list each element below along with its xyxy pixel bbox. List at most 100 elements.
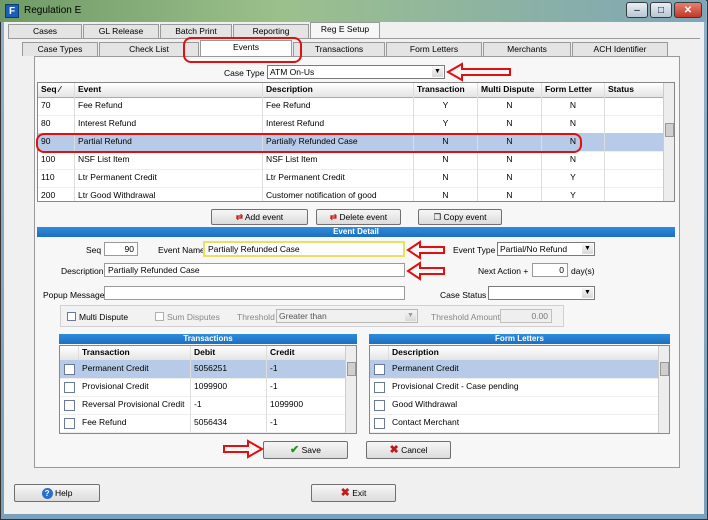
event-type-select[interactable]: Partial/No Refund ▼ xyxy=(497,242,595,256)
title-bar[interactable]: F Regulation E – □ ✕ xyxy=(0,0,706,22)
tab-reporting[interactable]: Reporting xyxy=(233,24,309,38)
seq-label: Seq xyxy=(86,245,102,255)
tab-case-types[interactable]: Case Types xyxy=(22,42,98,56)
form-letters-grid-header: Description xyxy=(370,346,661,361)
transactions-scrollbar[interactable] xyxy=(345,346,356,433)
tab-ach-identifier[interactable]: ACH Identifier xyxy=(572,42,668,56)
popup-message-input[interactable] xyxy=(104,286,405,300)
events-grid-scroll-thumb[interactable] xyxy=(665,123,674,137)
table-row[interactable]: 110 Ltr Permanent Credit Ltr Permanent Cre… xyxy=(38,169,666,188)
next-action-input[interactable]: 0 xyxy=(532,263,568,277)
row-checkbox[interactable] xyxy=(374,400,385,411)
close-button[interactable]: ✕ xyxy=(674,2,702,18)
list-item[interactable]: Provisional Credit - Case pending xyxy=(370,378,661,397)
case-status-label: Case Status xyxy=(440,290,487,300)
table-row[interactable]: Fee Refund 5056434 -1 xyxy=(60,414,348,433)
multi-dispute-checkbox[interactable] xyxy=(67,312,76,321)
chevron-down-icon: ▼ xyxy=(432,67,443,77)
row-checkbox[interactable] xyxy=(374,364,385,375)
column-header-transaction[interactable]: Transaction xyxy=(79,346,191,360)
table-row[interactable]: Permanent Credit 5056251 -1 xyxy=(60,360,348,379)
row-checkbox[interactable] xyxy=(64,364,75,375)
table-row[interactable]: Provisional Credit 1099900 -1 xyxy=(60,378,348,397)
minimize-button[interactable]: – xyxy=(626,2,648,18)
tab-gl-release[interactable]: GL Release xyxy=(83,24,159,38)
table-row[interactable]: 100 NSF List Item NSF List Item N N N xyxy=(38,151,666,170)
table-row[interactable]: Reversal Provisional Credit -1 1099900 xyxy=(60,396,348,415)
column-header-multi-dispute[interactable]: Multi Dispute xyxy=(478,83,542,97)
list-item[interactable]: Good Withdrawal xyxy=(370,396,661,415)
add-event-button[interactable]: ⇄ Add event xyxy=(211,209,308,225)
tab-transactions[interactable]: Transactions xyxy=(293,42,385,56)
copy-event-button[interactable]: ❐ Copy event xyxy=(418,209,502,225)
chevron-down-icon: ▼ xyxy=(582,288,593,298)
table-cell: -1 xyxy=(267,414,348,432)
threshold-select[interactable]: Greater than ▼ xyxy=(276,309,418,323)
events-grid[interactable]: Seq ∕ Event Description Transaction Mult… xyxy=(37,82,675,202)
column-header-event[interactable]: Event xyxy=(75,83,263,97)
event-detail-header: Event Detail xyxy=(37,227,675,237)
days-label: day(s) xyxy=(571,266,595,276)
form-letters-scrollbar[interactable] xyxy=(658,346,669,433)
events-grid-scrollbar[interactable] xyxy=(663,83,674,201)
form-letters-header: Form Letters xyxy=(369,334,670,344)
tab-reg-e-setup[interactable]: Reg E Setup xyxy=(310,22,380,39)
sum-disputes-checkbox[interactable] xyxy=(155,312,164,321)
column-header-transaction[interactable]: Transaction xyxy=(414,83,478,97)
tab-events[interactable]: Events xyxy=(200,40,292,57)
table-row[interactable]: 90 Partial Refund Partially Refunded Case N… xyxy=(38,133,666,152)
threshold-amount-input[interactable]: 0.00 xyxy=(500,309,552,323)
form-letters-scroll-thumb[interactable] xyxy=(660,362,669,376)
tab-merchants[interactable]: Merchants xyxy=(483,42,571,56)
table-cell: N xyxy=(542,151,605,169)
form-letters-grid[interactable]: Description Permanent Credit Provisional … xyxy=(369,345,670,434)
sum-disputes-label: Sum Disputes xyxy=(167,312,220,322)
description-input[interactable]: Partially Refunded Case xyxy=(104,263,405,277)
x-icon: ✖ xyxy=(340,487,350,499)
column-header-credit[interactable]: Credit xyxy=(267,346,348,360)
case-type-select[interactable]: ATM On-Us ▼ xyxy=(267,65,445,79)
table-row[interactable]: 80 Interest Refund Interest Refund Y N N xyxy=(38,115,666,134)
popup-message-label: Popup Message xyxy=(43,290,105,300)
case-status-select[interactable]: ▼ xyxy=(488,286,595,300)
table-row[interactable]: 200 Ltr Good Withdrawal Customer notificat… xyxy=(38,187,666,201)
row-checkbox[interactable] xyxy=(64,418,75,429)
table-cell: -1 xyxy=(267,360,348,378)
tab-cases[interactable]: Cases xyxy=(8,24,82,38)
table-cell: N xyxy=(478,133,542,151)
row-checkbox[interactable] xyxy=(374,418,385,429)
delete-event-button[interactable]: ⇄ Delete event xyxy=(316,209,401,225)
tab-form-letters[interactable]: Form Letters xyxy=(386,42,482,56)
transactions-grid[interactable]: Transaction Debit Credit Permanent Credi… xyxy=(59,345,357,434)
table-cell: N xyxy=(542,133,605,151)
row-checkbox[interactable] xyxy=(374,382,385,393)
column-header-description[interactable]: Description xyxy=(389,346,661,360)
column-header-form-letter[interactable]: Form Letter xyxy=(542,83,605,97)
tab-batch-print[interactable]: Batch Print xyxy=(160,24,232,38)
transactions-scroll-thumb[interactable] xyxy=(347,362,356,376)
table-cell: Ltr Permanent Credit xyxy=(75,169,263,187)
column-header-status[interactable]: Status xyxy=(605,83,666,97)
column-header-description[interactable]: Description xyxy=(263,83,414,97)
maximize-button[interactable]: □ xyxy=(650,2,672,18)
column-header-seq[interactable]: Seq ∕ xyxy=(38,83,75,97)
delete-event-icon: ⇄ xyxy=(329,212,337,222)
list-item[interactable]: Contact Merchant xyxy=(370,414,661,433)
seq-input[interactable]: 90 xyxy=(104,242,138,256)
table-cell: Permanent Credit xyxy=(79,360,191,378)
table-cell: Fee Refund xyxy=(263,97,414,115)
tab-check-list[interactable]: Check List xyxy=(99,42,199,56)
row-checkbox[interactable] xyxy=(64,400,75,411)
save-button[interactable]: ✔ Save xyxy=(263,441,348,459)
table-cell: Provisional Credit xyxy=(79,378,191,396)
transactions-header: Transactions xyxy=(59,334,357,344)
cancel-button[interactable]: ✖ Cancel xyxy=(366,441,451,459)
exit-button[interactable]: ✖ Exit xyxy=(311,484,396,502)
table-cell: 5056434 xyxy=(191,414,267,432)
row-checkbox[interactable] xyxy=(64,382,75,393)
help-button[interactable]: ? Help xyxy=(14,484,100,502)
table-row[interactable]: 70 Fee Refund Fee Refund Y N N xyxy=(38,97,666,116)
list-item[interactable]: Permanent Credit xyxy=(370,360,661,379)
event-name-input[interactable]: Partially Refunded Case xyxy=(203,241,405,257)
column-header-debit[interactable]: Debit xyxy=(191,346,267,360)
